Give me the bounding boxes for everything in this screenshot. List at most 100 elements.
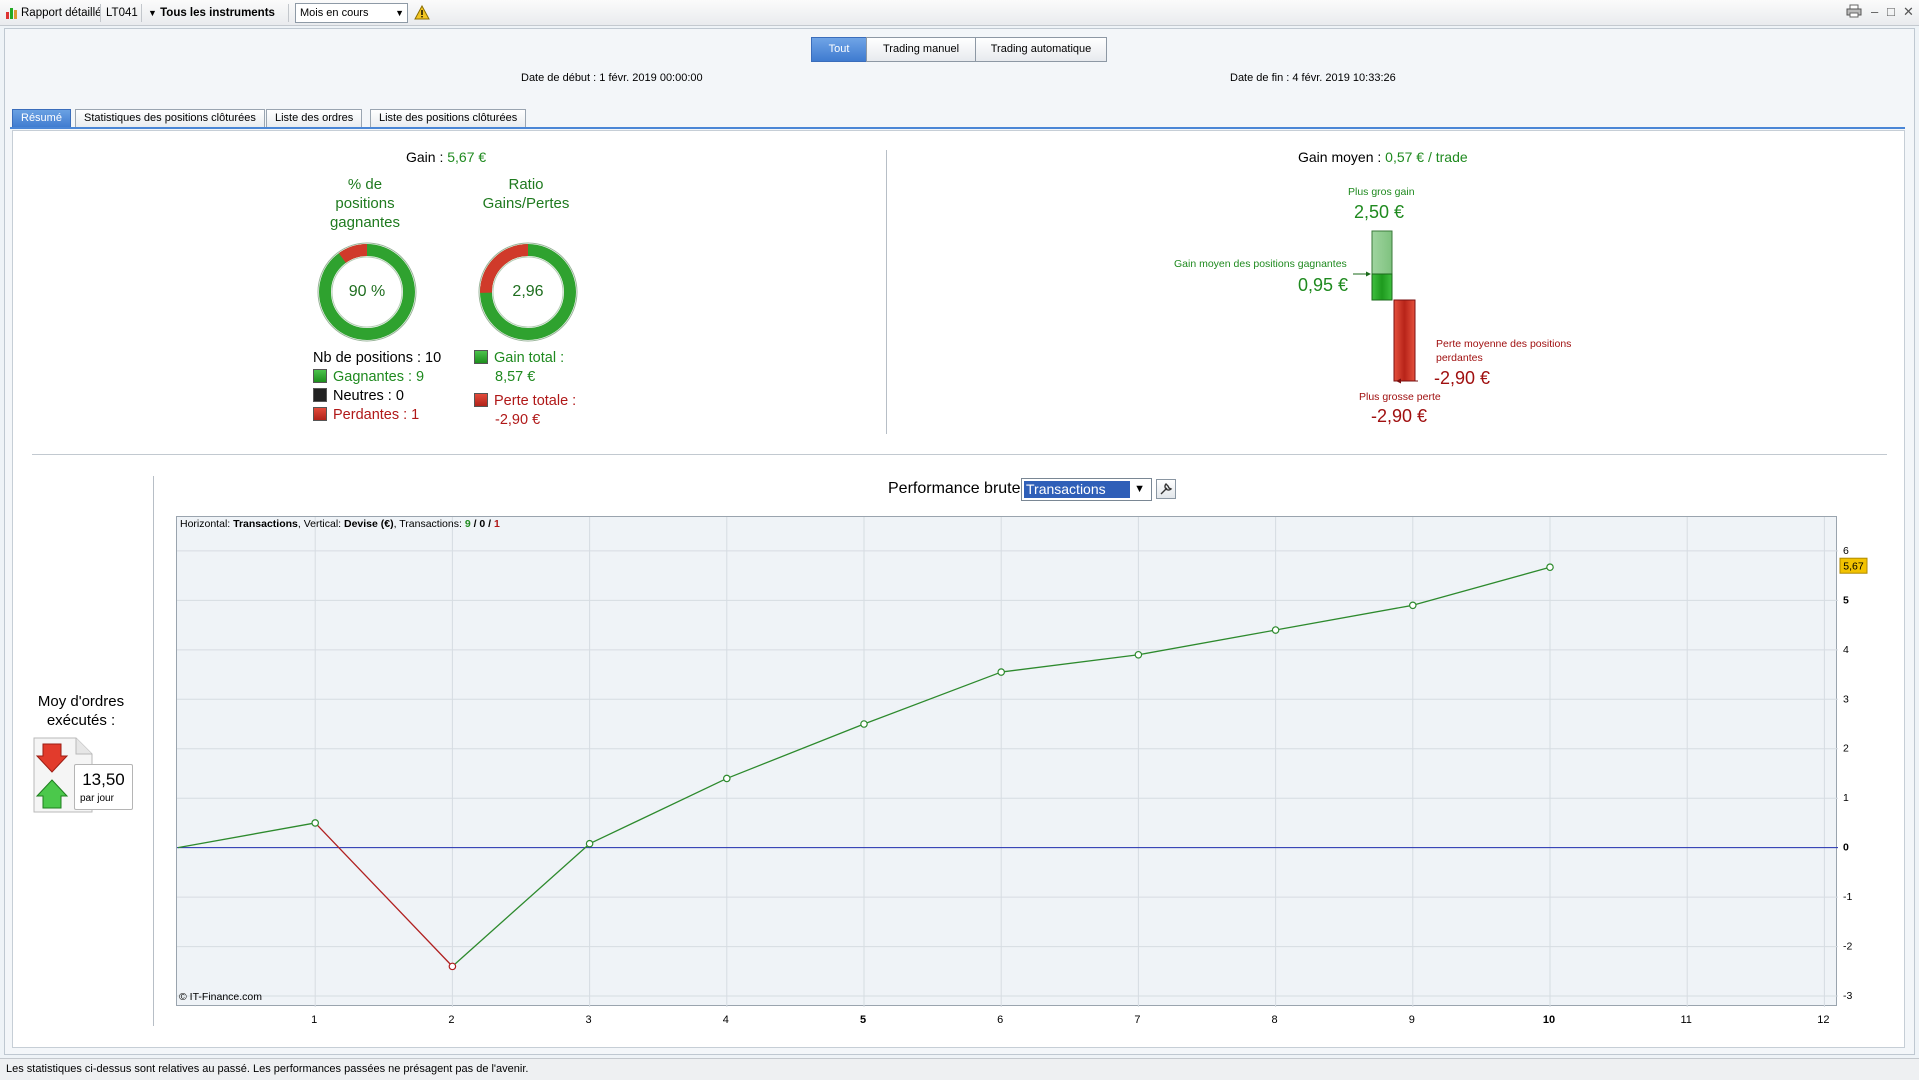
period-value: Mois en cours (300, 7, 369, 19)
series-segment (1001, 654, 1139, 673)
orders-unit: par jour (80, 793, 114, 804)
gain-heading: Gain : 5,67 € (406, 149, 486, 165)
chart-info-horizontal: Transactions (233, 518, 298, 530)
dropdown-arrow-icon: ▼ (148, 8, 157, 18)
neutral-count-label: Neutres : 0 (333, 388, 404, 404)
tab-orders[interactable]: Liste des ordres (266, 109, 363, 128)
avg-loss-label-line: perdantes (1436, 352, 1483, 364)
avg-loss-label: Perte moyenne des positions perdantes (1436, 337, 1571, 365)
wrench-icon[interactable] (1156, 479, 1176, 499)
chart-copyright: © IT-Finance.com (179, 991, 263, 1003)
chevron-down-icon: ▼ (395, 8, 404, 18)
filter-auto-button[interactable]: Trading automatique (975, 37, 1107, 62)
loss-bar (1393, 299, 1416, 382)
separator (288, 4, 289, 22)
gain-total: Gain total : (474, 350, 564, 366)
data-point (1271, 626, 1280, 634)
vertical-divider (153, 476, 154, 1026)
chart-info-prefix: Horizontal: (180, 518, 234, 530)
instruments-label: Tous les instruments (160, 7, 275, 19)
report-icon[interactable] (4, 4, 20, 22)
max-gain-label: Plus gros gain (1348, 186, 1415, 198)
losing-count-label: Perdantes : 1 (333, 407, 420, 423)
loss-total: Perte totale : (474, 393, 576, 409)
ratio-title-line: Gains/Pertes (482, 195, 570, 212)
gain-value: 5,67 € (447, 149, 487, 165)
series-segment (314, 822, 453, 967)
avg-win-label: Gain moyen des positions gagnantes (1174, 258, 1347, 270)
performance-chart-svg (177, 517, 1838, 1007)
gain-total-value: 8,57 € (495, 369, 536, 385)
green-square-icon (313, 369, 327, 383)
account-label[interactable]: LT041 (106, 4, 138, 22)
close-icon[interactable]: ✕ (1903, 4, 1914, 20)
performance-mode-select[interactable]: Transactions ▼ (1021, 478, 1152, 501)
series-segment (1275, 604, 1413, 631)
gain-loss-bars (1353, 230, 1418, 384)
performance-chart: Horizontal: Transactions, Vertical: Devi… (176, 516, 1838, 1007)
chevron-down-icon: ▼ (1134, 483, 1145, 495)
data-point (722, 774, 731, 783)
tab-underline (10, 127, 1905, 129)
orders-value: 13,50 (82, 770, 125, 789)
series-segment (589, 777, 728, 845)
performance-title: Performance brute (888, 480, 1021, 497)
series-segment (451, 843, 591, 967)
series-segment (1138, 629, 1276, 656)
performance-mode-value: Transactions (1024, 481, 1130, 498)
series-segment (726, 723, 865, 780)
chart-info: Horizontal: Transactions, Vertical: Devi… (180, 518, 500, 530)
data-point (860, 720, 868, 728)
max-gain-value: 2,50 € (1354, 202, 1405, 222)
ratio-value: 2,96 (512, 283, 544, 300)
horizontal-divider (32, 454, 1887, 455)
red-square-icon (474, 393, 488, 407)
orders-title-line: Moy d'ordres (37, 693, 125, 710)
avg-win-value: 0,95 € (1298, 275, 1349, 295)
end-date: Date de fin : 4 févr. 2019 10:33:26 (1230, 72, 1396, 84)
orders-card: 13,50 par jour (32, 736, 133, 813)
data-point (585, 839, 594, 848)
report-title[interactable]: Rapport détaillé (21, 4, 102, 22)
win-pct-title-line: % de (347, 176, 383, 193)
series-segment (177, 822, 316, 849)
average-gain-label: Gain moyen : (1298, 149, 1386, 165)
instruments-dropdown[interactable]: ▼ Tous les instruments (148, 4, 275, 22)
losing-count: Perdantes : 1 (313, 407, 419, 423)
orders-title: Moy d'ordres exécutés : (20, 692, 142, 730)
tab-summary[interactable]: Résumé (12, 109, 71, 128)
separator (141, 4, 142, 22)
win-pct-donut: 90 % (315, 240, 419, 344)
max-gain-bar (1371, 230, 1393, 275)
data-point (1134, 650, 1143, 659)
loss-total-value: -2,90 € (495, 412, 541, 428)
period-select[interactable]: Mois en cours ▼ (295, 3, 408, 23)
gain-total-label: Gain total : (494, 350, 565, 366)
filter-all-button[interactable]: Tout (811, 37, 867, 62)
average-gain-heading: Gain moyen : 0,57 € / trade (1298, 149, 1468, 165)
chart-info-sep: / (485, 518, 495, 530)
print-icon[interactable] (1846, 4, 1862, 22)
win-pct-value: 90 % (348, 283, 386, 300)
win-pct-title: % de positions gagnantes (305, 175, 425, 232)
win-pct-title-line: positions (335, 195, 395, 212)
data-point (997, 668, 1006, 676)
neutral-count: Neutres : 0 (313, 388, 404, 404)
warning-icon[interactable] (414, 4, 430, 23)
vertical-divider (886, 150, 887, 434)
chart-info-transactions: , Transactions: (393, 518, 465, 530)
data-point (1409, 601, 1417, 610)
minimize-icon[interactable]: – (1871, 4, 1878, 20)
loss-total-label: Perte totale : (494, 393, 577, 409)
green-square-icon (474, 350, 488, 364)
tab-closed-stats[interactable]: Statistiques des positions clôturées (75, 109, 265, 128)
filter-manual-button[interactable]: Trading manuel (866, 37, 976, 62)
orders-value-box: 13,50 par jour (74, 764, 133, 810)
maximize-icon[interactable]: □ (1887, 4, 1895, 20)
separator (100, 4, 101, 22)
chart-info-mid: , Vertical: (297, 518, 344, 530)
disclaimer-bar: Les statistiques ci-dessus sont relative… (0, 1058, 1919, 1080)
gain-label: Gain : (406, 149, 448, 165)
max-loss-label: Plus grosse perte (1359, 391, 1441, 403)
tab-closed-positions[interactable]: Liste des positions clôturées (370, 109, 527, 128)
